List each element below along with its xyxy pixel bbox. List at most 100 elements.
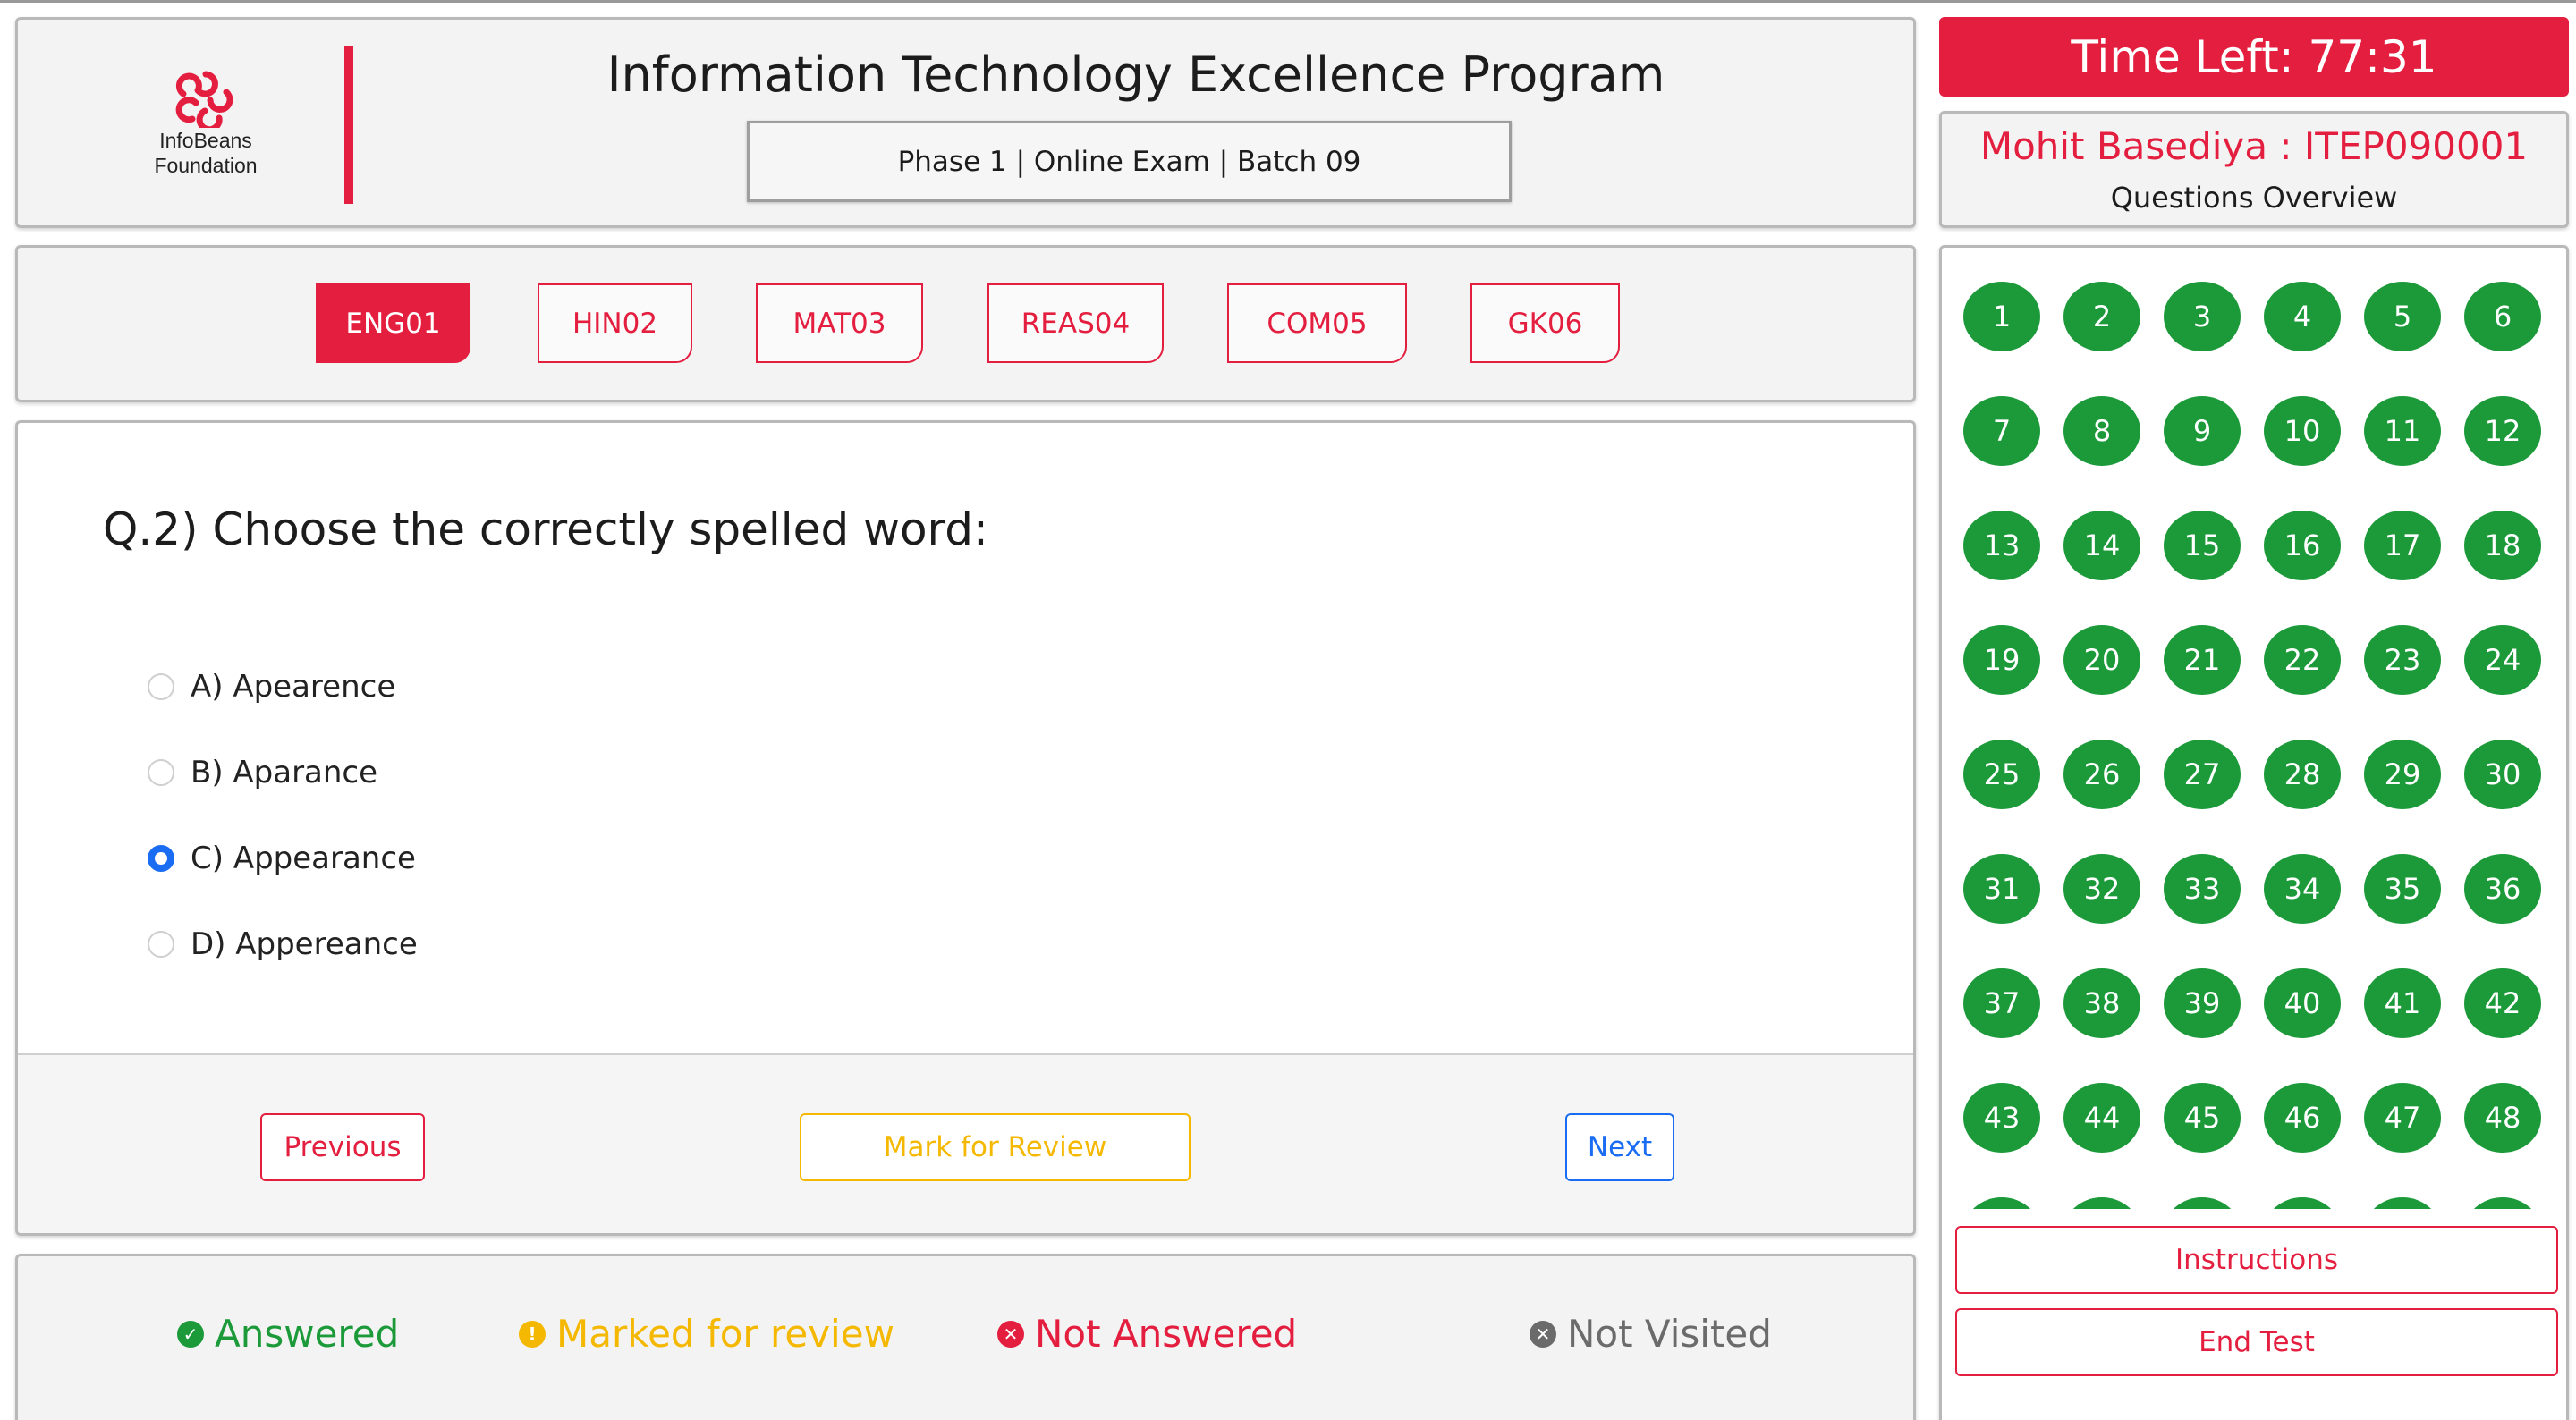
tab-reas04[interactable]: REAS04 [987,283,1164,363]
question-button[interactable]: 17 [2364,511,2441,580]
option-a-radio[interactable] [148,673,174,700]
instructions-button[interactable]: Instructions [1955,1226,2558,1294]
question-button[interactable]: 49 [1963,1197,2040,1209]
question-button[interactable]: 20 [2063,625,2140,695]
x-circle-gray-icon: ✕ [1530,1320,1556,1348]
option-a[interactable]: A) Apearence [148,664,395,709]
question-button[interactable]: 51 [2164,1197,2241,1209]
legend-not-answered-label: Not Answered [1035,1312,1298,1356]
question-button[interactable]: 40 [2264,968,2341,1038]
option-b-radio[interactable] [148,759,174,786]
option-b[interactable]: B) Aparance [148,750,377,795]
question-button[interactable]: 26 [2063,740,2140,809]
question-button[interactable]: 22 [2264,625,2341,695]
option-d-label: D) Appereance [191,926,418,962]
question-button[interactable]: 41 [2364,968,2441,1038]
tab-mat03[interactable]: MAT03 [756,283,923,363]
question-palette-grid: 1 2 3 4 5 6 7 8 9 10 11 12 13 14 15 16 17 18 19 20 21 22 23 24 2… [1942,248,2566,1209]
question-button[interactable]: 18 [2464,511,2541,580]
question-button[interactable]: 27 [2164,740,2241,809]
question-button[interactable]: 7 [1963,396,2040,466]
question-text: Q.2) Choose the correctly spelled word: [103,503,988,555]
option-d-radio[interactable] [148,931,174,958]
question-button[interactable]: 50 [2063,1197,2140,1209]
page-title: Information Technology Excellence Progra… [606,46,1665,103]
question-button[interactable]: 32 [2063,854,2140,924]
question-button[interactable]: 37 [1963,968,2040,1038]
question-palette: 1 2 3 4 5 6 7 8 9 10 11 12 13 14 15 16 17 18 19 20 21 22 23 24 2… [1939,245,2569,1420]
question-button[interactable]: 43 [1963,1083,2040,1153]
question-button[interactable]: 11 [2364,396,2441,466]
x-circle-icon: ✕ [997,1320,1024,1348]
question-button[interactable]: 30 [2464,740,2541,809]
legend-not-visited: ✕ Not Visited [1530,1312,1772,1356]
question-button[interactable]: 36 [2464,854,2541,924]
question-button[interactable]: 28 [2264,740,2341,809]
exam-header: InfoBeans Foundation Information Technol… [15,17,1916,228]
option-d[interactable]: D) Appereance [148,922,418,967]
question-button[interactable]: 19 [1963,625,2040,695]
question-button[interactable]: 33 [2164,854,2241,924]
question-button[interactable]: 44 [2063,1083,2140,1153]
question-button[interactable]: 12 [2464,396,2541,466]
tab-com05[interactable]: COM05 [1227,283,1407,363]
question-button[interactable]: 2 [2063,282,2140,351]
logo-text-line1: InfoBeans [159,129,252,152]
previous-button[interactable]: Previous [260,1113,425,1181]
next-button[interactable]: Next [1565,1113,1674,1181]
tab-hin02[interactable]: HIN02 [538,283,692,363]
legend-marked: ! Marked for review [519,1312,894,1356]
question-button[interactable]: 3 [2164,282,2241,351]
question-button[interactable]: 39 [2164,968,2241,1038]
question-button[interactable]: 46 [2264,1083,2341,1153]
question-button[interactable]: 10 [2264,396,2341,466]
question-button[interactable]: 13 [1963,511,2040,580]
infobeans-logo: InfoBeans Foundation [125,69,286,178]
question-button[interactable]: 31 [1963,854,2040,924]
question-button[interactable]: 45 [2164,1083,2241,1153]
question-button[interactable]: 14 [2063,511,2140,580]
question-button[interactable]: 23 [2364,625,2441,695]
question-button[interactable]: 8 [2063,396,2140,466]
question-button[interactable]: 4 [2264,282,2341,351]
exam-subtitle: Phase 1 | Online Exam | Batch 09 [747,121,1512,202]
time-left-banner: Time Left: 77:31 [1939,17,2569,97]
question-button[interactable]: 29 [2364,740,2441,809]
question-button[interactable]: 42 [2464,968,2541,1038]
question-button[interactable]: 9 [2164,396,2241,466]
question-button[interactable]: 48 [2464,1083,2541,1153]
question-button[interactable]: 25 [1963,740,2040,809]
option-c[interactable]: C) Appearance [148,836,416,881]
question-button[interactable]: 34 [2264,854,2341,924]
question-button[interactable]: 24 [2464,625,2541,695]
question-button[interactable]: 54 [2464,1197,2541,1209]
question-button[interactable]: 1 [1963,282,2040,351]
mark-for-review-button[interactable]: Mark for Review [800,1113,1191,1181]
legend-not-visited-label: Not Visited [1567,1312,1772,1356]
legend-marked-label: Marked for review [556,1312,894,1356]
question-button[interactable]: 16 [2264,511,2341,580]
exclamation-circle-icon: ! [519,1320,546,1348]
question-button[interactable]: 53 [2364,1197,2441,1209]
option-c-label: C) Appearance [191,841,416,876]
question-button[interactable]: 6 [2464,282,2541,351]
question-button[interactable]: 47 [2364,1083,2441,1153]
legend-not-answered: ✕ Not Answered [997,1312,1297,1356]
option-c-radio[interactable] [148,845,174,872]
option-b-label: B) Aparance [191,755,378,790]
question-button[interactable]: 38 [2063,968,2140,1038]
question-footer: Previous Mark for Review Next [18,1053,1913,1233]
question-button[interactable]: 52 [2264,1197,2341,1209]
tab-gk06[interactable]: GK06 [1470,283,1620,363]
end-test-button[interactable]: End Test [1955,1308,2558,1376]
question-button[interactable]: 15 [2164,511,2241,580]
tab-eng01[interactable]: ENG01 [316,283,470,363]
candidate-name: Mohit Basediya : ITEP090001 [1979,124,2529,168]
question-button[interactable]: 35 [2364,854,2441,924]
question-button[interactable]: 21 [2164,625,2241,695]
infobeans-logo-icon [175,71,233,128]
questions-overview-title: Questions Overview [2110,181,2398,215]
question-button[interactable]: 5 [2364,282,2441,351]
header-divider [344,46,353,204]
question-panel: Q.2) Choose the correctly spelled word: … [15,420,1916,1236]
